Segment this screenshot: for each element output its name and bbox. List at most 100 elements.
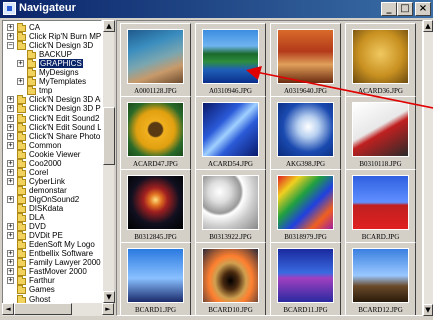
thumbnail-card[interactable]: B0313922.JPG xyxy=(195,169,266,244)
tree-item[interactable]: + DigOnSound2 xyxy=(3,194,101,204)
thumbnail-image[interactable] xyxy=(202,248,259,303)
tree-vertical-scrollbar[interactable]: ▲ ▼ xyxy=(102,20,115,303)
expand-icon[interactable]: + xyxy=(7,96,14,104)
tree-item[interactable]: DISKdata xyxy=(3,204,101,213)
thumbnail-image[interactable] xyxy=(127,175,184,230)
thumbnail-image[interactable] xyxy=(277,29,334,84)
expand-icon[interactable]: + xyxy=(7,105,14,113)
thumbnail-card[interactable]: A0001128.JPG xyxy=(120,23,191,98)
grid-vertical-scrollbar[interactable]: ▲ ▼ xyxy=(423,20,433,316)
expand-icon[interactable]: + xyxy=(7,277,14,285)
scroll-down-button[interactable]: ▼ xyxy=(103,291,115,303)
thumbnail-image[interactable] xyxy=(202,29,259,84)
thumbnail-image[interactable] xyxy=(352,102,409,157)
folder-tree[interactable]: + CA + Click Rip'N Burn MP3 − Click'N Design … xyxy=(2,20,102,316)
thumbnail-card[interactable]: B0318979.JPG xyxy=(270,169,341,244)
tree-horizontal-scrollbar[interactable]: ◄ ► xyxy=(2,303,114,316)
thumbnail-image[interactable] xyxy=(202,175,259,230)
thumbnail-image[interactable] xyxy=(352,175,409,230)
tree-item[interactable]: demonstar xyxy=(3,185,101,195)
tree-item[interactable]: + DVD xyxy=(3,222,101,232)
expand-icon[interactable]: + xyxy=(7,33,14,41)
expand-icon[interactable]: + xyxy=(7,250,14,258)
expand-icon[interactable]: + xyxy=(7,223,14,231)
thumbnail-image[interactable] xyxy=(277,248,334,303)
thumbnail-image[interactable] xyxy=(352,248,409,303)
thumbnail-card[interactable]: B0310118.JPG xyxy=(345,96,416,171)
thumbnail-image[interactable] xyxy=(127,248,184,303)
thumbnail-card[interactable]: BCARD.JPG xyxy=(345,169,416,244)
tree-item[interactable]: + Common xyxy=(3,140,101,150)
hscroll-thumb[interactable] xyxy=(14,303,72,315)
tree-item[interactable]: + Entbellix Software xyxy=(3,249,101,259)
tree-item[interactable]: + Click'N Edit Sound LE xyxy=(3,122,101,132)
expand-icon[interactable]: + xyxy=(7,195,14,203)
tree-item[interactable]: MyDesigns xyxy=(3,68,101,78)
expand-icon[interactable]: + xyxy=(7,123,14,131)
minimize-button[interactable]: _ xyxy=(381,2,397,16)
tree-item[interactable]: + CA xyxy=(3,23,101,32)
expand-icon[interactable]: + xyxy=(7,259,14,267)
expand-icon[interactable]: + xyxy=(7,177,14,185)
thumbnail-image[interactable] xyxy=(202,102,259,157)
scroll-right-button[interactable]: ► xyxy=(102,303,114,315)
tree-item[interactable]: − Click'N Design 3D xyxy=(3,41,101,51)
thumbnail-card[interactable]: BCARD11.JPG xyxy=(270,242,341,315)
thumbnail-card[interactable]: ACARD54.JPG xyxy=(195,96,266,171)
tree-item[interactable]: + Click'N Design 3D Platt xyxy=(3,104,101,114)
tree-item[interactable]: + Click'N Share Photo xyxy=(3,131,101,141)
tree-item[interactable]: + Corel xyxy=(3,167,101,177)
expand-icon[interactable]: + xyxy=(7,232,14,240)
expand-icon[interactable]: + xyxy=(7,159,14,167)
grid-scroll-down-button[interactable]: ▼ xyxy=(423,304,433,316)
thumbnail-card[interactable]: BCARD10.JPG xyxy=(195,242,266,315)
scroll-thumb[interactable] xyxy=(103,107,115,165)
close-button[interactable]: × xyxy=(415,2,431,16)
thumbnail-card[interactable]: A0310946.JPG xyxy=(195,23,266,98)
expand-icon[interactable]: + xyxy=(7,141,14,149)
expand-icon[interactable]: + xyxy=(7,114,14,122)
expand-icon[interactable]: + xyxy=(17,60,24,68)
thumbnail-card[interactable]: AKG398.JPG xyxy=(270,96,341,171)
tree-item[interactable]: Games xyxy=(3,285,101,295)
collapse-icon[interactable]: − xyxy=(7,42,14,50)
tree-item[interactable]: + Click'N Design 3D Arte xyxy=(3,95,101,105)
thumbnail-card[interactable]: ACARD36.JPG xyxy=(345,23,416,98)
title-bar[interactable]: Navigateur _ □ × xyxy=(0,0,433,18)
thumbnail-card[interactable]: ACARD47.JPG xyxy=(120,96,191,171)
tree-item[interactable]: + DVDit PE xyxy=(3,231,101,241)
thumbnail-image[interactable] xyxy=(352,29,409,84)
tree-item[interactable]: + MyTemplates xyxy=(3,77,101,87)
thumbnail-image[interactable] xyxy=(277,175,334,230)
tree-item-label: Click'N Share Photo xyxy=(29,131,101,141)
tree-item[interactable]: BACKUP xyxy=(3,50,101,60)
tree-item[interactable]: + CyberLink xyxy=(3,176,101,186)
tree-item[interactable]: + Click Rip'N Burn MP3 xyxy=(3,32,101,42)
thumbnail-image[interactable] xyxy=(127,29,184,84)
tree-item[interactable]: + GRAPHICS xyxy=(3,59,101,69)
maximize-button[interactable]: □ xyxy=(397,2,413,16)
tree-item[interactable]: + Family Lawyer 2000 xyxy=(3,258,101,268)
tree-item[interactable]: + FastMover 2000 xyxy=(3,267,101,277)
tree-item[interactable]: + Click'N Edit Sound2 xyxy=(3,113,101,123)
scroll-up-button[interactable]: ▲ xyxy=(103,20,115,32)
thumbnail-image[interactable] xyxy=(127,102,184,157)
expand-icon[interactable]: + xyxy=(7,24,14,31)
expand-icon[interactable]: + xyxy=(7,132,14,140)
thumbnail-card[interactable]: B0312845.JPG xyxy=(120,169,191,244)
tree-item[interactable]: tmp xyxy=(3,86,101,96)
thumbnail-image[interactable] xyxy=(277,102,334,157)
thumbnail-card[interactable]: BCARD1.JPG xyxy=(120,242,191,315)
tree-item[interactable]: EdenSoft My Logo xyxy=(3,240,101,250)
tree-item[interactable]: DLA xyxy=(3,213,101,223)
tree-item[interactable]: + Coo2000 xyxy=(3,158,101,168)
thumbnail-card[interactable]: A0319640.JPG xyxy=(270,23,341,98)
scroll-left-button[interactable]: ◄ xyxy=(2,303,14,315)
tree-item[interactable]: + Farthur xyxy=(3,276,101,286)
thumbnail-card[interactable]: BCARD12.JPG xyxy=(345,242,416,315)
tree-item[interactable]: Cookie Viewer xyxy=(3,149,101,159)
expand-icon[interactable]: + xyxy=(7,268,14,276)
expand-icon[interactable]: + xyxy=(7,168,14,176)
grid-scroll-up-button[interactable]: ▲ xyxy=(423,20,433,32)
expand-icon[interactable]: + xyxy=(17,78,24,86)
